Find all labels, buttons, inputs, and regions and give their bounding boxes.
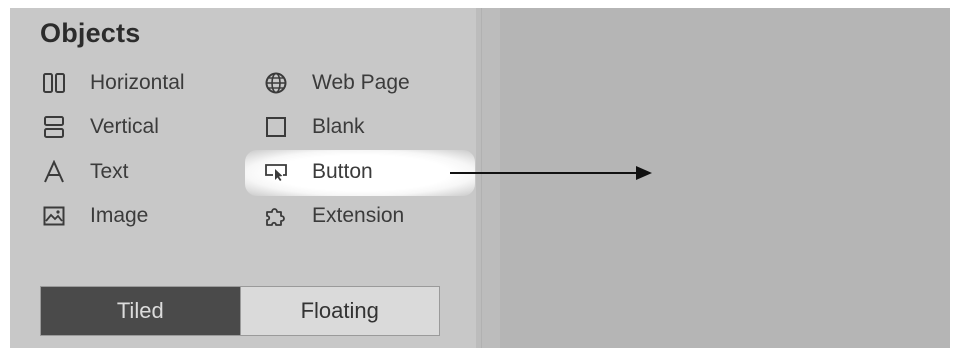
object-blank[interactable]: Blank	[262, 110, 365, 144]
object-text[interactable]: Text	[40, 155, 129, 189]
blank-icon	[262, 113, 290, 141]
object-label: Blank	[312, 115, 365, 138]
object-button[interactable]: Button	[262, 155, 373, 189]
puzzle-icon	[262, 202, 290, 230]
object-label: Horizontal	[90, 71, 185, 94]
tiled-button[interactable]: Tiled	[41, 287, 240, 335]
object-extension[interactable]: Extension	[262, 199, 404, 233]
object-label: Vertical	[90, 115, 159, 138]
text-icon	[40, 158, 68, 186]
horizontal-layout-icon	[40, 69, 68, 97]
object-label: Text	[90, 160, 129, 183]
button-icon	[262, 158, 290, 186]
object-label: Button	[312, 160, 373, 183]
object-label: Extension	[312, 204, 405, 227]
layout-mode-toggle: Tiled Floating	[40, 286, 440, 336]
object-vertical[interactable]: Vertical	[40, 110, 159, 144]
vertical-layout-icon	[40, 113, 68, 141]
image-icon	[40, 202, 68, 230]
object-web-page[interactable]: Web Page	[262, 66, 410, 100]
object-image[interactable]: Image	[40, 199, 148, 233]
globe-icon	[262, 69, 290, 97]
object-label: Image	[90, 204, 149, 227]
dashboard-screenshot: Objects Horizontal Vertical Text Image W…	[0, 0, 957, 348]
objects-title: Objects	[40, 18, 141, 48]
object-label: Web Page	[312, 71, 410, 94]
pointer-arrow	[450, 166, 652, 180]
object-horizontal[interactable]: Horizontal	[40, 66, 185, 100]
floating-button[interactable]: Floating	[239, 287, 439, 335]
